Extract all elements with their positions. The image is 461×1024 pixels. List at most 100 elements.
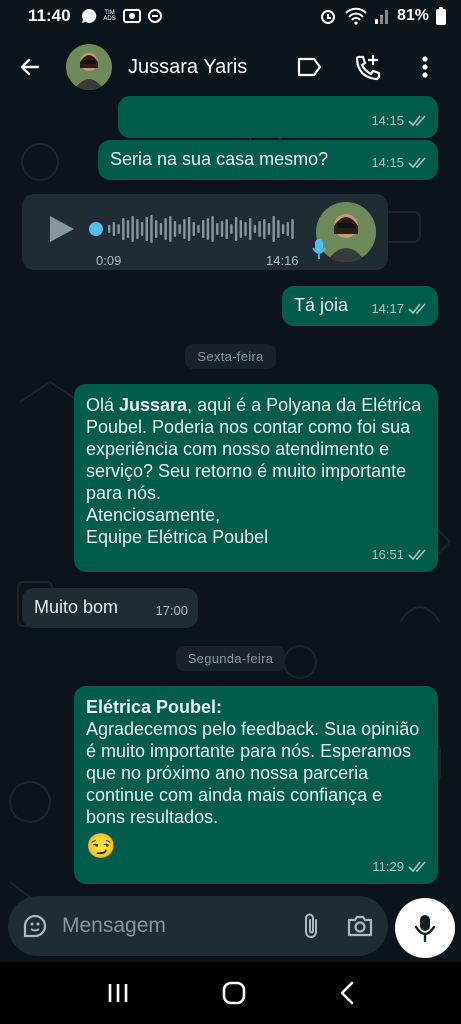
message-text: , aqui é a Polyana da Elétrica Poubel. P… [86, 395, 422, 547]
waveform-bar [126, 220, 130, 238]
back-nav-icon[interactable] [339, 980, 355, 1006]
waveform-bar [267, 223, 271, 235]
wifi-icon [345, 7, 367, 25]
waveform-bar [286, 222, 289, 236]
message-bubble[interactable]: 14:15 [118, 96, 438, 138]
home-icon[interactable] [221, 980, 247, 1006]
more-vert-icon [422, 56, 428, 78]
read-ticks-icon [408, 861, 426, 873]
status-time: 11:40 [28, 6, 71, 25]
waveform-bar [258, 221, 261, 237]
message-text: Tá joia [294, 295, 349, 315]
waveform-bar [234, 217, 238, 241]
system-nav-bar [0, 962, 461, 1024]
waveform-bar [211, 216, 214, 242]
message-bubble[interactable]: Tá joia 14:17 [282, 286, 438, 326]
waveform-bar [277, 220, 280, 238]
waveform-bar [244, 222, 247, 236]
waveform-bar [159, 223, 163, 235]
read-ticks-icon [408, 157, 426, 169]
microphone-icon [414, 915, 436, 943]
status-right: 81% [317, 6, 447, 26]
photo-notification-icon [122, 9, 141, 23]
contact-name[interactable]: Jussara Yaris [128, 56, 247, 79]
waveform-bar [169, 216, 172, 242]
message-meta: 16:51 [371, 544, 428, 566]
message-time: 14:16 [266, 253, 299, 268]
read-ticks-icon [408, 549, 426, 561]
waveform-bar [112, 222, 116, 236]
message-bold-name: Jussara [119, 395, 188, 415]
message-bubble[interactable]: Elétrica Poubel: Agradecemos pelo feedba… [74, 686, 438, 884]
contact-avatar[interactable] [66, 44, 112, 90]
message-time: 16:51 [371, 547, 404, 562]
play-icon [50, 216, 74, 242]
waveform-bar [145, 217, 148, 241]
waveform-bar [253, 225, 257, 233]
day-separator: Sexta-feira [0, 344, 461, 369]
audio-duration: 0:09 [96, 253, 122, 268]
label-button[interactable] [291, 49, 327, 85]
sticker-icon[interactable] [22, 913, 48, 939]
waveform-bar [272, 216, 275, 242]
alarm-icon [320, 10, 335, 24]
waveform-bar [150, 215, 153, 243]
waveform-bar [197, 225, 200, 233]
voice-record-button[interactable] [395, 898, 455, 958]
waveform-bar [216, 223, 219, 235]
waveform-bar [136, 219, 139, 239]
waveform-bar [183, 219, 186, 239]
waveform-bar [122, 218, 125, 240]
waveform-bar [192, 222, 195, 236]
waveform-bar [225, 219, 228, 239]
waveform-bar [187, 217, 191, 241]
message-text: Agradecemos pelo feedback. Sua opinião é… [86, 719, 420, 827]
waveform-bar [239, 220, 242, 238]
waveform-bar [220, 221, 224, 237]
recent-apps-icon[interactable] [106, 982, 130, 1004]
waveform-bar [117, 224, 120, 234]
add-call-button[interactable] [349, 49, 385, 85]
message-meta: 11:29 [372, 856, 428, 878]
battery-icon [436, 7, 446, 25]
waveform-bar [281, 224, 285, 234]
waveform-bar [206, 218, 210, 240]
waveform-bar [140, 222, 144, 236]
signal-icon [374, 10, 388, 24]
message-meta: 14:17 [371, 298, 428, 320]
waveform-bar [131, 216, 134, 242]
message-input[interactable] [62, 914, 262, 938]
waveform-bar [173, 221, 177, 237]
message-meta: 14:15 [371, 152, 428, 174]
message-time: 17:00 [155, 603, 188, 618]
notification-icons: TIM ADS [81, 8, 163, 24]
message-meta: 17:00 [155, 600, 188, 622]
waveform-bar [155, 220, 158, 238]
audio-waveform[interactable] [88, 212, 298, 246]
message-time: 14:15 [371, 155, 404, 170]
attach-icon[interactable] [302, 912, 320, 940]
chat-notification-icon [81, 8, 96, 23]
chat-header: Jussara Yaris [0, 32, 461, 102]
read-ticks-icon [408, 115, 426, 127]
message-bubble[interactable]: Olá Jussara, aqui é a Polyana da Elétric… [74, 384, 438, 572]
day-label: Segunda-feira [175, 646, 286, 671]
message-meta: 14:15 [371, 110, 428, 132]
message-text: Seria na sua casa mesmo? [110, 149, 329, 169]
input-actions [302, 912, 374, 940]
battery-percent: 81% [396, 7, 429, 24]
back-button[interactable] [10, 47, 50, 87]
message-time: 14:15 [371, 113, 404, 128]
waveform-bar [230, 224, 233, 234]
mic-badge-icon [312, 239, 326, 259]
play-button[interactable] [48, 214, 76, 244]
message-bubble[interactable]: Seria na sua casa mesmo? 14:15 [98, 140, 438, 180]
camera-icon[interactable] [346, 914, 374, 938]
more-options-button[interactable] [407, 49, 443, 85]
voice-message-bubble[interactable]: 0:09 14:16 [22, 194, 388, 270]
message-text-prefix: Olá [86, 395, 120, 415]
message-bubble[interactable]: Muito bom 17:00 [22, 588, 198, 628]
waveform-bar [249, 218, 252, 240]
waveform-bar [178, 224, 181, 234]
waveform-bar [108, 225, 111, 233]
